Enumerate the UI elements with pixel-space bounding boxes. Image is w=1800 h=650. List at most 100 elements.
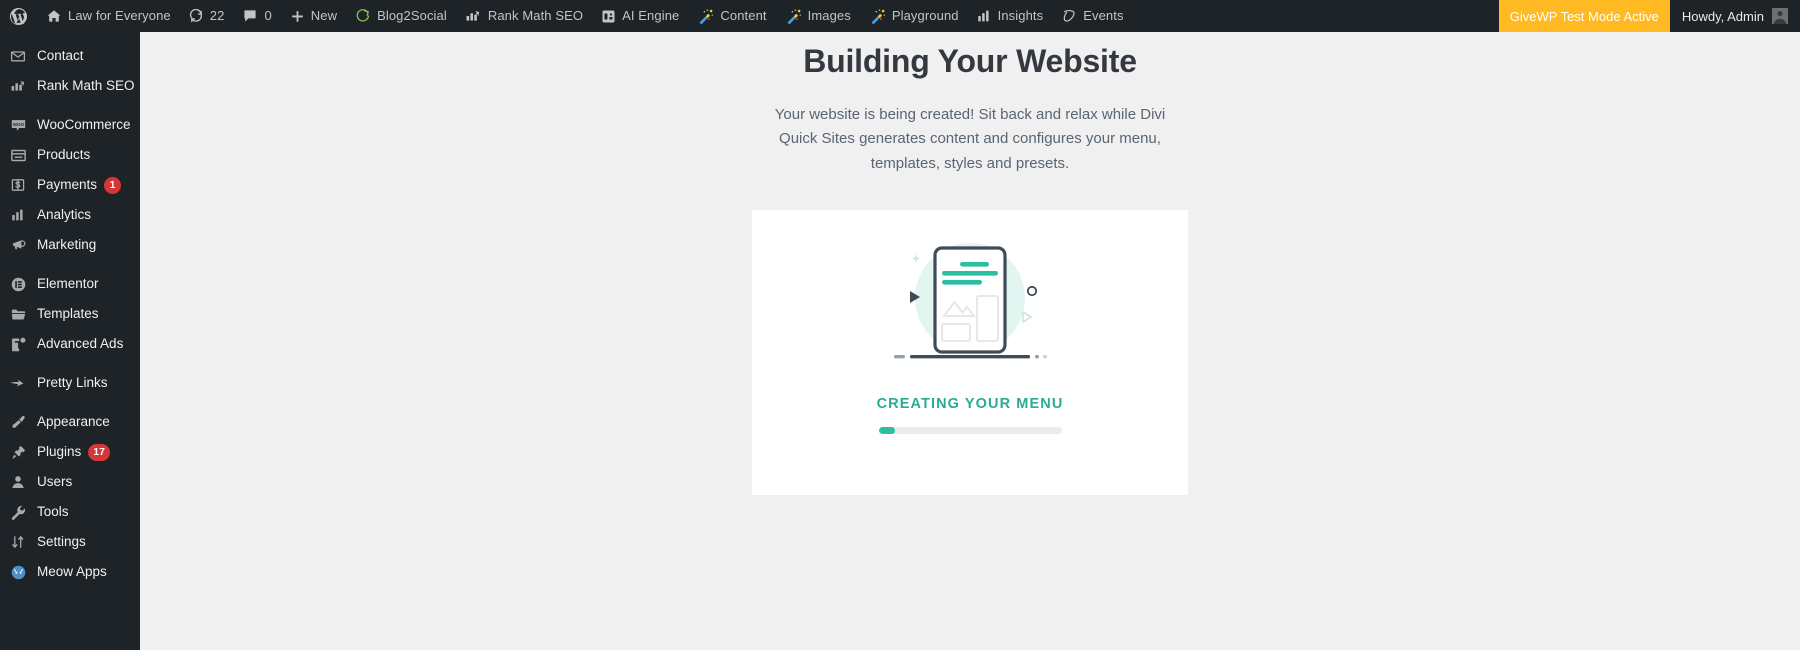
rank-math-icon — [7, 79, 29, 93]
adminbar-spacer — [1133, 0, 1499, 32]
adminbar-images-label: Images — [807, 8, 851, 23]
sidebar-item-label: Users — [37, 474, 73, 489]
adminbar-item-images[interactable]: Images — [776, 0, 860, 32]
sidebar-item-label: Elementor — [37, 276, 99, 291]
progress-bar-fill — [878, 426, 895, 434]
sidebar-item-plugins[interactable]: Plugins 17 — [0, 437, 140, 467]
adminbar-item-content[interactable]: Content — [688, 0, 775, 32]
adminbar-ai-engine-label: AI Engine — [622, 8, 680, 23]
magic-wand-icon — [785, 8, 802, 25]
adminbar-item-events[interactable]: Events — [1052, 0, 1132, 32]
sidebar-item-label: Rank Math SEO — [37, 78, 135, 93]
sidebar-item-woocommerce[interactable]: WOO WooCommerce — [0, 110, 140, 140]
progress-bar-track — [878, 426, 1062, 434]
adminbar-content-label: Content — [720, 8, 767, 23]
content-wrapper: Building Your Website Your website is be… — [256, 43, 1684, 495]
settings-icon — [7, 534, 29, 550]
sidebar-item-label: Products — [37, 147, 91, 162]
adminbar-item-comments[interactable]: 0 — [233, 0, 280, 32]
adminbar-item-howdy[interactable]: Howdy, Admin — [1670, 0, 1800, 32]
sidebar-item-label: Settings — [37, 534, 86, 549]
rank-math-icon — [465, 9, 482, 23]
analytics-icon — [7, 208, 29, 222]
adminbar-site-name-label: Law for Everyone — [68, 8, 171, 23]
appearance-icon — [7, 414, 29, 431]
adminbar-item-wordpress-logo[interactable] — [0, 0, 37, 32]
advanced-ads-icon — [7, 336, 29, 353]
adminbar-item-updates[interactable]: 22 — [180, 0, 234, 32]
adminbar-item-site-name[interactable]: Law for Everyone — [37, 0, 180, 32]
adminbar-updates-count: 22 — [209, 8, 225, 23]
templates-icon — [7, 307, 29, 322]
sidebar-item-users[interactable]: Users — [0, 467, 140, 497]
sidebar-item-marketing[interactable]: Marketing — [0, 230, 140, 260]
sidebar-item-elementor[interactable]: Elementor — [0, 269, 140, 299]
adminbar-item-insights[interactable]: Insights — [968, 0, 1053, 32]
sidebar-item-label: Plugins — [37, 444, 82, 459]
page-title: Building Your Website — [803, 43, 1137, 79]
magic-wand-icon — [697, 8, 714, 25]
adminbar-item-rank-math-seo[interactable]: Rank Math SEO — [456, 0, 592, 32]
sidebar-item-templates[interactable]: Templates — [0, 299, 140, 329]
home-icon — [46, 8, 62, 24]
avatar — [1772, 8, 1788, 24]
payments-icon — [7, 177, 29, 193]
adminbar-comments-count: 0 — [264, 8, 272, 23]
adminbar-new-label: New — [310, 8, 338, 23]
main-content: Building Your Website Your website is be… — [140, 32, 1800, 650]
update-icon — [189, 8, 204, 24]
sidebar-item-contact[interactable]: Contact — [0, 41, 140, 71]
adminbar-item-ai-engine[interactable]: AI Engine — [592, 0, 688, 32]
adminbar-rank-math-label: Rank Math SEO — [487, 8, 584, 23]
adminbar-item-blog2social[interactable]: Blog2Social — [346, 0, 456, 32]
users-icon — [7, 474, 29, 490]
magic-wand-icon — [869, 8, 886, 25]
sidebar-item-label: Analytics — [37, 207, 92, 222]
elementor-icon — [7, 276, 29, 293]
sidebar-item-label: Marketing — [37, 237, 97, 252]
sidebar-item-advanced-ads[interactable]: Advanced Ads — [0, 329, 140, 359]
status-text: Creating your menu — [876, 395, 1064, 412]
sidebar-item-label: Tools — [37, 504, 69, 519]
comment-icon — [242, 8, 258, 24]
admin-screen: Law for Everyone 22 0 New Blog2Social Ra… — [0, 0, 1800, 650]
sidebar-item-analytics[interactable]: Analytics — [0, 200, 140, 230]
adminbar-insights-label: Insights — [997, 8, 1044, 23]
pretty-links-icon — [7, 377, 29, 390]
sidebar-item-label: Advanced Ads — [37, 336, 124, 351]
svg-text:WOO: WOO — [12, 121, 24, 126]
meow-apps-icon — [7, 564, 29, 581]
admin-sidebar[interactable]: Contact Rank Math SEO WOO WooCommerce Pr… — [0, 32, 140, 650]
plugins-icon — [7, 444, 29, 461]
adminbar-item-playground[interactable]: Playground — [860, 0, 968, 32]
sidebar-item-tools[interactable]: Tools — [0, 497, 140, 527]
sidebar-badge-payments: 1 — [104, 176, 122, 194]
sidebar-item-label: Pretty Links — [37, 375, 108, 390]
sidebar-item-payments[interactable]: Payments 1 — [0, 170, 140, 200]
insights-bars-icon — [977, 9, 992, 23]
adminbar-blog2social-label: Blog2Social — [377, 8, 447, 23]
sidebar-item-label: WooCommerce — [37, 117, 131, 132]
building-website-illustration — [880, 236, 1060, 372]
woocommerce-icon: WOO — [7, 118, 29, 133]
products-icon — [7, 148, 29, 163]
sidebar-item-products[interactable]: Products — [0, 140, 140, 170]
sidebar-badge-plugins: 17 — [88, 443, 110, 461]
sidebar-item-label: Payments — [37, 177, 98, 192]
adminbar-item-new[interactable]: New — [281, 0, 346, 32]
sidebar-item-settings[interactable]: Settings — [0, 527, 140, 557]
sidebar-item-appearance[interactable]: Appearance — [0, 407, 140, 437]
events-icon — [1061, 8, 1077, 24]
adminbar-playground-label: Playground — [891, 8, 959, 23]
adminbar-events-label: Events — [1083, 8, 1124, 23]
sidebar-item-pretty-links[interactable]: Pretty Links — [0, 368, 140, 398]
givewp-test-mode-notice[interactable]: GiveWP Test Mode Active — [1498, 0, 1670, 32]
sidebar-item-meow-apps[interactable]: Meow Apps — [0, 557, 140, 587]
sidebar-item-rank-math-seo[interactable]: Rank Math SEO — [0, 71, 140, 101]
envelope-icon — [7, 48, 29, 64]
